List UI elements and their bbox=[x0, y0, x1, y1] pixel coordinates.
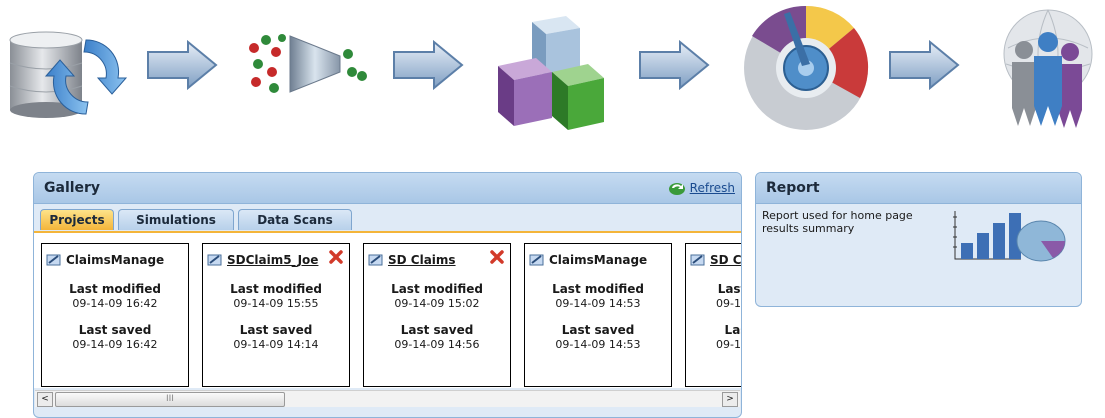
card-title: ClaimsManage bbox=[549, 253, 648, 267]
report-header: Report bbox=[756, 173, 1081, 204]
data-cubes-icon bbox=[498, 16, 604, 130]
gallery-panel: Gallery Refresh Projects Simulations Dat… bbox=[33, 172, 742, 418]
last-saved-label: Last saved bbox=[400, 323, 474, 337]
project-icon bbox=[529, 254, 544, 266]
last-modified-value: 09-14-09 15:55 bbox=[233, 297, 319, 310]
tab-data-scans[interactable]: Data Scans bbox=[238, 209, 352, 230]
project-card[interactable]: ClaimsManage Last modified 09-14-09 14:5… bbox=[524, 243, 672, 387]
card-title-row: SDClaim5_Joe bbox=[207, 251, 345, 269]
delete-icon[interactable] bbox=[490, 250, 504, 264]
tab-simulations[interactable]: Simulations bbox=[118, 209, 234, 230]
project-cards-area: ClaimsManage Last modified 09-14-09 16:4… bbox=[34, 231, 741, 388]
users-globe-icon bbox=[1003, 9, 1093, 128]
project-icon bbox=[368, 254, 383, 266]
last-saved-label: Las bbox=[724, 323, 741, 337]
scroll-right-button[interactable]: > bbox=[722, 392, 738, 407]
data-filter-funnel-icon bbox=[249, 34, 367, 93]
card-title-row: SD C bbox=[690, 251, 741, 269]
scroll-grip: III bbox=[166, 394, 174, 404]
project-card[interactable]: ClaimsManage Last modified 09-14-09 16:4… bbox=[41, 243, 189, 387]
card-title-link[interactable]: SD C bbox=[710, 253, 741, 267]
last-modified-label: Last modified bbox=[230, 282, 322, 296]
project-icon bbox=[46, 254, 61, 266]
refresh-icon bbox=[668, 183, 685, 195]
last-modified-value: 09-14-09 15:02 bbox=[394, 297, 480, 310]
last-saved-label: Last saved bbox=[561, 323, 635, 337]
scroll-thumb[interactable]: III bbox=[55, 392, 285, 407]
dashboard-gauge-icon bbox=[744, 5, 869, 130]
database-sync-icon bbox=[9, 31, 128, 118]
last-modified-value: 09-14-09 16:42 bbox=[72, 297, 158, 310]
report-panel: Report Report used for home page results… bbox=[755, 172, 1082, 307]
tab-projects[interactable]: Projects bbox=[40, 209, 114, 230]
gallery-header: Gallery Refresh bbox=[34, 173, 741, 204]
last-saved-value: 09-14 bbox=[716, 338, 741, 351]
card-title-row: ClaimsManage bbox=[529, 251, 667, 269]
last-saved-label: Last saved bbox=[78, 323, 152, 337]
scroll-left-button[interactable]: < bbox=[37, 392, 53, 407]
gallery-title: Gallery bbox=[44, 180, 101, 196]
last-saved-value: 09-14-09 16:42 bbox=[72, 338, 158, 351]
last-modified-label: Last modified bbox=[69, 282, 161, 296]
bar-pie-chart-icon[interactable] bbox=[951, 207, 1069, 263]
horizontal-scrollbar[interactable]: < III > bbox=[35, 390, 740, 407]
gallery-tabs: Projects Simulations Data Scans bbox=[40, 209, 356, 231]
last-saved-label: Last saved bbox=[239, 323, 313, 337]
project-icon bbox=[207, 254, 222, 266]
last-modified-label: Last bbox=[717, 282, 741, 296]
arrow-right-icon bbox=[393, 40, 464, 90]
project-icon bbox=[690, 254, 705, 266]
card-title-row: SD Claims bbox=[368, 251, 506, 269]
last-modified-label: Last modified bbox=[552, 282, 644, 296]
card-title-link[interactable]: SDClaim5_Joe bbox=[227, 253, 331, 267]
last-saved-value: 09-14-09 14:56 bbox=[394, 338, 480, 351]
report-description: Report used for home page results summar… bbox=[762, 209, 913, 235]
arrow-right-icon bbox=[639, 40, 710, 90]
report-title: Report bbox=[766, 180, 820, 196]
last-modified-value: 09-14 bbox=[716, 297, 741, 310]
card-title: ClaimsManage bbox=[66, 253, 165, 267]
refresh-button[interactable]: Refresh bbox=[668, 179, 735, 197]
project-card[interactable]: SD C Last 09-14 Las 09-14 bbox=[685, 243, 741, 387]
delete-icon[interactable] bbox=[329, 250, 343, 264]
project-card[interactable]: SD Claims Last modified 09-14-09 15:02 L… bbox=[363, 243, 511, 387]
refresh-label: Refresh bbox=[689, 181, 735, 195]
card-title-row: ClaimsManage bbox=[46, 251, 184, 269]
arrow-right-icon bbox=[889, 40, 960, 90]
process-flow bbox=[0, 0, 1105, 150]
arrow-right-icon bbox=[147, 40, 218, 90]
last-saved-value: 09-14-09 14:14 bbox=[233, 338, 319, 351]
last-modified-label: Last modified bbox=[391, 282, 483, 296]
last-saved-value: 09-14-09 14:53 bbox=[555, 338, 641, 351]
project-card[interactable]: SDClaim5_Joe Last modified 09-14-09 15:5… bbox=[202, 243, 350, 387]
card-title-link[interactable]: SD Claims bbox=[388, 253, 492, 267]
last-modified-value: 09-14-09 14:53 bbox=[555, 297, 641, 310]
